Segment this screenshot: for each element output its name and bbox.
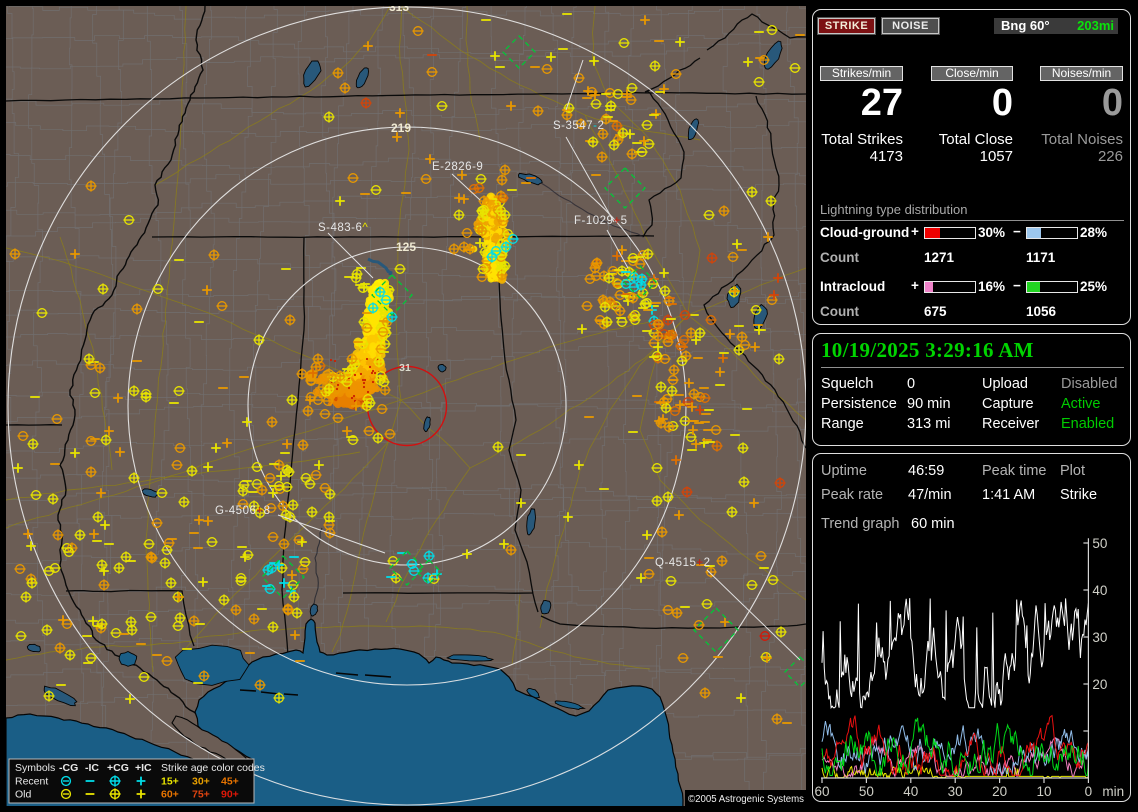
svg-text:S-483-6^: S-483-6^ — [318, 222, 368, 234]
svg-text:Symbols: Symbols — [15, 762, 55, 774]
svg-text:-IC: -IC — [85, 762, 99, 774]
svg-text:S-3547-2: S-3547-2 — [553, 120, 604, 132]
svg-text:219: 219 — [391, 121, 411, 135]
svg-text:G-4506+8: G-4506+8 — [215, 505, 270, 517]
svg-text:60: 60 — [815, 784, 830, 799]
svg-text:F-1029+5: F-1029+5 — [574, 215, 628, 227]
svg-text:min: min — [1102, 784, 1124, 799]
svg-text:50: 50 — [859, 784, 874, 799]
svg-text:125: 125 — [396, 240, 416, 254]
svg-text:+IC: +IC — [135, 762, 152, 774]
svg-text:Recent: Recent — [15, 776, 48, 788]
svg-text:75+: 75+ — [192, 789, 210, 801]
svg-text:20: 20 — [1092, 677, 1107, 692]
svg-text:60+: 60+ — [161, 789, 179, 801]
svg-text:Strike age color codes: Strike age color codes — [161, 762, 265, 774]
svg-text:40: 40 — [903, 784, 918, 799]
svg-text:+CG: +CG — [107, 762, 129, 774]
svg-text:0: 0 — [1085, 784, 1093, 799]
svg-text:31: 31 — [399, 362, 411, 374]
svg-text:©2005 Astrogenic Systems: ©2005 Astrogenic Systems — [688, 794, 804, 805]
svg-text:Q-4515+2: Q-4515+2 — [655, 557, 710, 569]
svg-text:10: 10 — [1036, 784, 1051, 799]
svg-text:15+: 15+ — [161, 776, 179, 788]
svg-text:45+: 45+ — [221, 776, 239, 788]
svg-text:E-2826-9: E-2826-9 — [432, 161, 483, 173]
svg-text:30: 30 — [948, 784, 963, 799]
svg-text:-CG: -CG — [59, 762, 78, 774]
svg-text:313: 313 — [389, 6, 409, 14]
svg-text:90+: 90+ — [221, 789, 239, 801]
svg-text:40: 40 — [1092, 583, 1107, 598]
svg-text:30: 30 — [1092, 630, 1107, 645]
svg-text:50: 50 — [1092, 536, 1107, 551]
svg-text:30+: 30+ — [192, 776, 210, 788]
svg-text:Old: Old — [15, 789, 32, 801]
svg-text:20: 20 — [992, 784, 1007, 799]
